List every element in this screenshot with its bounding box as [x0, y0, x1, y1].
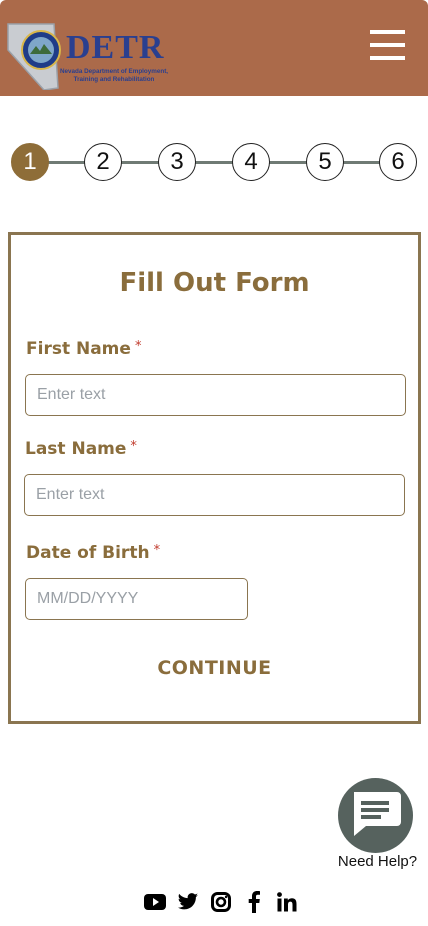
instagram-icon[interactable] — [209, 890, 233, 914]
linkedin-icon[interactable] — [275, 890, 299, 914]
chat-bubble-icon — [354, 792, 401, 836]
step-1[interactable]: 1 — [11, 143, 49, 181]
step-2[interactable]: 2 — [84, 143, 122, 181]
youtube-icon[interactable] — [143, 890, 167, 914]
logo-wordmark: DETR — [66, 29, 165, 66]
progress-stepper: 1 2 3 4 5 6 — [0, 140, 428, 186]
site-header: DETR Nevada Department of Employment, Tr… — [0, 0, 428, 96]
step-3[interactable]: 3 — [158, 143, 196, 181]
twitter-icon[interactable] — [176, 890, 200, 914]
form-title: Fill Out Form — [119, 268, 310, 298]
first-name-label: First Name * — [26, 339, 141, 359]
last-name-label: Last Name * — [25, 439, 137, 459]
required-asterisk: * — [134, 339, 142, 354]
step-5[interactable]: 5 — [306, 143, 344, 181]
first-name-label-text: First Name — [26, 339, 131, 359]
step-4[interactable]: 4 — [232, 143, 270, 181]
help-chat-button[interactable] — [338, 778, 413, 853]
need-help-label: Need Help? — [337, 853, 418, 870]
social-links — [143, 889, 299, 915]
last-name-label-text: Last Name — [25, 439, 127, 459]
required-asterisk: * — [153, 543, 161, 558]
first-name-field[interactable] — [25, 374, 406, 416]
facebook-icon[interactable] — [242, 890, 266, 914]
detr-logo[interactable]: DETR Nevada Department of Employment, Tr… — [6, 20, 172, 90]
step-6[interactable]: 6 — [379, 143, 417, 181]
continue-button[interactable]: CONTINUE — [11, 656, 418, 680]
last-name-field[interactable] — [24, 474, 405, 516]
hamburger-menu-icon[interactable] — [370, 30, 405, 62]
logo-subtitle: Nevada Department of Employment, Trainin… — [59, 68, 169, 83]
dob-label: Date of Birth * — [26, 543, 160, 563]
dob-label-text: Date of Birth — [26, 543, 150, 563]
form-card: Fill Out Form First Name* Last Name* Dat… — [8, 232, 421, 724]
date-of-birth-field[interactable] — [25, 578, 248, 620]
required-asterisk: * — [130, 439, 137, 454]
